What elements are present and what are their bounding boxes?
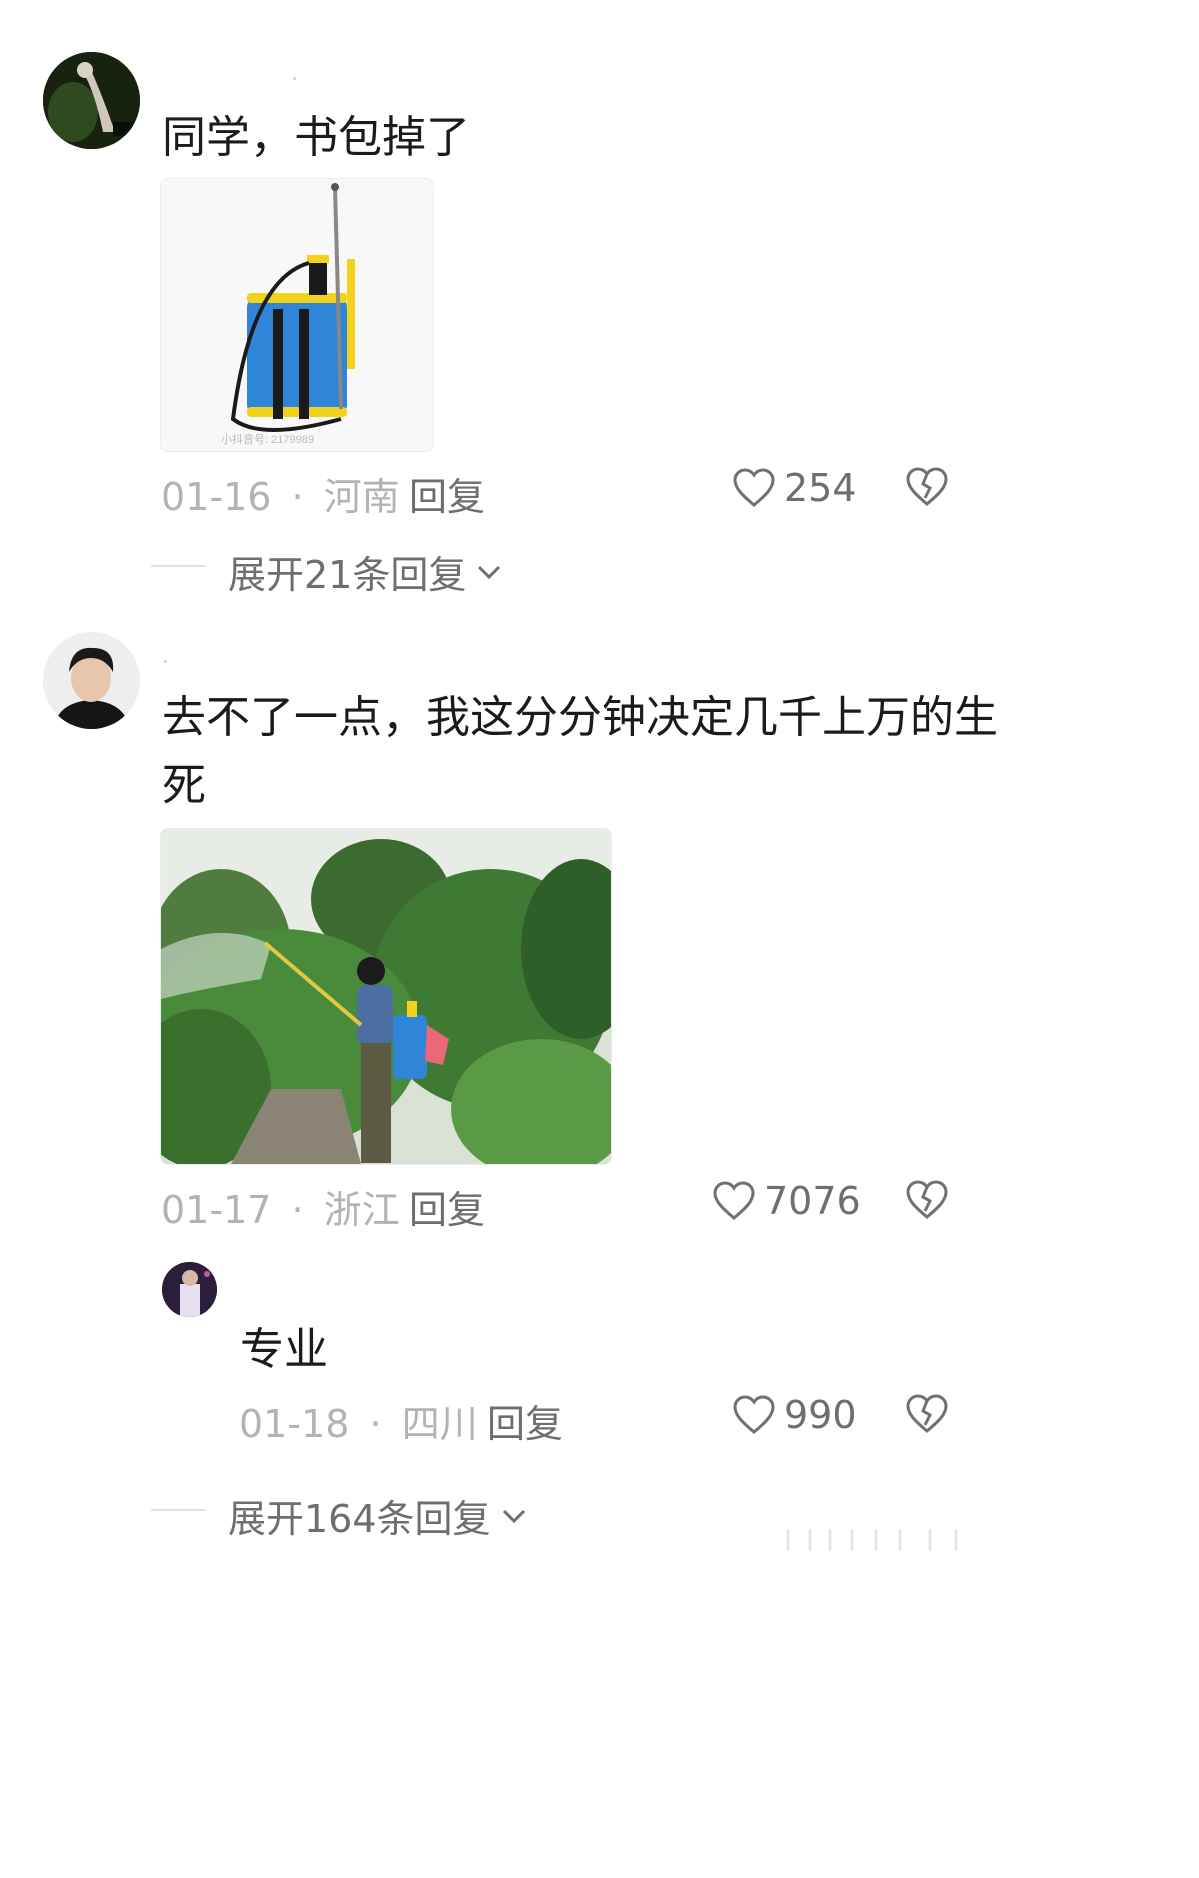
expand-replies-button[interactable]: 展开164条回复	[228, 1488, 529, 1543]
comment-date: 01-16	[161, 475, 272, 519]
heart-outline-icon	[713, 1181, 755, 1220]
backpack-sprayer-image: 小抖音号: 2179989	[161, 179, 433, 451]
expand-divider	[151, 565, 206, 567]
meta-separator: ·	[369, 1402, 382, 1446]
comment-text-line-2: 死	[162, 760, 206, 811]
expand-replies-button[interactable]: 展开21条回复	[228, 544, 504, 599]
watermark-glyphs	[786, 1529, 958, 1551]
reply-button[interactable]: 回复	[409, 466, 485, 521]
watermark	[780, 1525, 980, 1555]
avatar-image	[43, 52, 140, 149]
reply-button[interactable]: 回复	[487, 1393, 563, 1448]
orchard-spraying-image	[161, 829, 611, 1164]
like-button[interactable]: 990	[732, 1393, 857, 1437]
expand-replies-label: 展开21条回复	[228, 553, 467, 597]
expand-divider	[151, 1509, 206, 1511]
comment-location: 浙江	[323, 1188, 400, 1232]
like-count: 254	[784, 466, 857, 510]
comment-text-line-1: 去不了一点，我这分分钟决定几千上万的生	[162, 692, 998, 743]
avatar-image	[43, 632, 140, 729]
comment-image-sprayer[interactable]: 小抖音号: 2179989	[160, 178, 434, 452]
meta-separator: ·	[291, 475, 304, 519]
reply-location: 四川	[401, 1402, 478, 1446]
comment-location: 河南	[323, 475, 400, 519]
comment-meta: 01-17 · 浙江	[161, 1179, 400, 1234]
reply-button[interactable]: 回复	[409, 1179, 485, 1234]
reply-text: 专业	[240, 1324, 328, 1375]
comment-date: 01-17	[161, 1188, 272, 1232]
dislike-button[interactable]	[905, 466, 949, 512]
chevron-down-icon	[502, 1509, 525, 1523]
avatar-replier[interactable]	[162, 1262, 217, 1317]
decor-dot	[164, 660, 167, 663]
dislike-button[interactable]	[905, 1393, 949, 1439]
like-count: 7076	[764, 1179, 861, 1223]
like-count: 990	[784, 1393, 857, 1437]
broken-heart-icon	[906, 1180, 948, 1219]
dislike-button[interactable]	[905, 1179, 949, 1225]
avatar-image	[162, 1262, 217, 1317]
broken-heart-icon	[906, 1394, 948, 1433]
chevron-down-icon	[478, 565, 501, 579]
avatar-commenter-2[interactable]	[43, 632, 140, 729]
heart-outline-icon	[733, 1395, 775, 1434]
like-button[interactable]: 254	[732, 466, 857, 510]
reply-meta: 01-18 · 四川	[239, 1393, 478, 1448]
decor-dot	[293, 77, 296, 80]
comment-image-spraying[interactable]	[160, 828, 612, 1165]
comment-meta: 01-16 · 河南	[161, 466, 400, 521]
broken-heart-icon	[906, 467, 948, 506]
like-button[interactable]: 7076	[712, 1179, 861, 1223]
avatar-commenter-1[interactable]	[43, 52, 140, 149]
heart-outline-icon	[733, 468, 775, 507]
comment-text: 同学，书包掉了	[162, 112, 470, 163]
meta-separator: ·	[291, 1188, 304, 1232]
expand-replies-label: 展开164条回复	[228, 1497, 491, 1541]
svg-text:小抖音号: 2179989: 小抖音号: 2179989	[221, 432, 314, 446]
reply-date: 01-18	[239, 1402, 350, 1446]
